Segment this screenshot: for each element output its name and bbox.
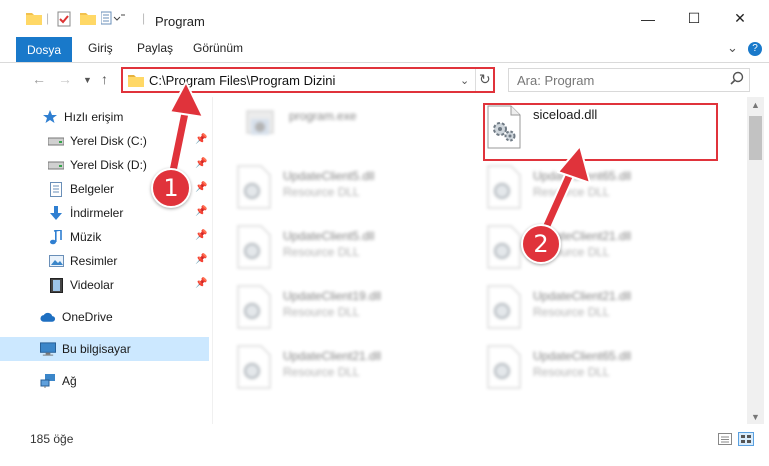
arrow-to-siceload-dll [539,145,591,236]
arrow-to-address-bar [166,81,204,182]
file-explorer-window: | | Program — ☐ ✕ Giriş Paylaş Görünüm ⌄… [0,0,769,466]
step-2-badge: 2 [521,224,561,264]
callout-arrows [166,81,591,236]
step-1-badge: 1 [151,168,191,208]
